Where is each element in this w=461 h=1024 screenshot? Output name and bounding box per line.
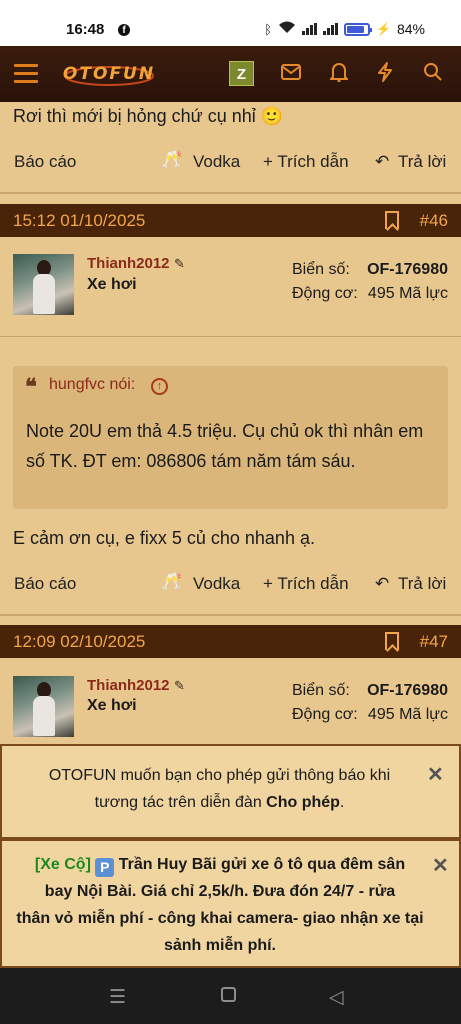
signal-icon (302, 23, 318, 35)
report-link[interactable]: Báo cáo (14, 574, 76, 594)
user-avatar[interactable]: Z (229, 61, 254, 86)
reply-button[interactable]: Trả lời (398, 574, 446, 594)
vodka-button[interactable]: Vodka (193, 574, 240, 594)
battery-icon (344, 22, 373, 36)
username[interactable]: Thianh2012 (87, 255, 170, 272)
report-link[interactable]: Báo cáo (14, 152, 76, 172)
push-notification-prompt: OTOFUN muốn bạn cho phép gửi thông báo k… (0, 744, 461, 839)
site-logo[interactable]: OTOFUN (62, 60, 156, 88)
reply-icon[interactable]: ↶ (375, 574, 389, 594)
reply-icon[interactable]: ↶ (375, 152, 389, 172)
ad-banner[interactable]: [Xe Cộ] P Trần Huy Bãi gửi xe ô tô qua đ… (0, 839, 461, 968)
post-datetime[interactable]: 15:12 01/10/2025 (13, 211, 145, 231)
status-bar: 16:48 f ᛒ ⚡ 84% (0, 0, 461, 46)
top-navbar: OTOFUN Z (0, 46, 461, 102)
divider (0, 614, 461, 616)
prompt-text: OTOFUN muốn bạn cho phép gửi thông báo k… (48, 767, 391, 811)
jump-to-quote-icon[interactable]: ↑ (151, 378, 168, 395)
quote-body: Note 20U em thả 4.5 triệu. Cụ chủ ok thì… (26, 421, 424, 471)
home-icon[interactable] (221, 987, 236, 1002)
post-text: Rơi thì mới bị hỏng chứ cụ nhỉ 🙂 (13, 106, 284, 126)
whats-new-icon[interactable] (373, 62, 397, 86)
plate-label: Biển số: (292, 682, 350, 699)
parking-icon: P (95, 858, 115, 877)
status-time: 16:48 (66, 21, 105, 38)
vodka-button[interactable]: Vodka (193, 152, 240, 172)
engine-value: 495 Mã lực (367, 706, 448, 723)
divider (0, 192, 461, 194)
user-rank: Xe hơi (87, 697, 137, 714)
bookmark-icon[interactable] (385, 211, 399, 229)
ad-text[interactable]: [Xe Cộ] P Trần Huy Bãi gửi xe ô tô qua đ… (10, 851, 430, 959)
engine-label: Động cơ: (292, 285, 358, 302)
charging-icon: ⚡ (376, 22, 391, 36)
username[interactable]: Thianh2012 (87, 677, 170, 694)
allow-notifications-link[interactable]: Cho phép (266, 794, 340, 811)
quote-button[interactable]: + Trích dẫn (263, 574, 349, 594)
bluetooth-icon: ᛒ (264, 21, 273, 37)
quote-button[interactable]: + Trích dẫn (263, 152, 349, 172)
pencil-icon: ✎ (174, 256, 185, 271)
close-icon[interactable]: ✕ (432, 853, 449, 878)
post-number[interactable]: #46 (420, 211, 448, 231)
quote-block: ❝ hungfvc nói: ↑ Note 20U em thả 4.5 tri… (13, 366, 448, 509)
divider (0, 336, 461, 337)
menu-icon[interactable] (14, 64, 38, 84)
avatar[interactable] (13, 676, 74, 737)
plate-value: OF-176980 (367, 261, 448, 278)
vodka-icon[interactable]: 🥂 (161, 150, 182, 170)
back-icon[interactable]: ◁ (329, 986, 344, 1009)
recent-apps-icon[interactable]: ☰ (109, 986, 126, 1009)
bell-icon[interactable] (327, 62, 351, 86)
engine-value: 495 Mã lực (367, 285, 448, 302)
vodka-icon[interactable]: 🥂 (161, 572, 182, 592)
engine-label: Động cơ: (292, 706, 358, 723)
facebook-notification-icon: f (118, 24, 130, 36)
quote-author[interactable]: hungfvc nói: (49, 376, 135, 394)
mail-icon[interactable] (279, 62, 303, 86)
status-icons: ᛒ ⚡ 84% (264, 21, 425, 37)
system-navigation-bar: ☰ ◁ (0, 968, 461, 1024)
bookmark-icon[interactable] (385, 632, 399, 650)
user-rank: Xe hơi (87, 276, 137, 293)
post-number[interactable]: #47 (420, 632, 448, 652)
post-header: 15:12 01/10/2025 #46 (0, 204, 461, 237)
reply-button[interactable]: Trả lời (398, 152, 446, 172)
wifi-icon (278, 21, 296, 37)
search-icon[interactable] (420, 62, 444, 86)
avatar[interactable] (13, 254, 74, 315)
close-icon[interactable]: ✕ (427, 762, 444, 787)
post-header: 12:09 02/10/2025 #47 (0, 625, 461, 658)
plate-label: Biển số: (292, 261, 350, 278)
quote-mark-icon: ❝ (25, 374, 37, 400)
signal-2-icon (323, 23, 339, 35)
ad-tag: [Xe Cộ] (34, 856, 91, 873)
post-text: E cảm ơn cụ, e fixx 5 củ cho nhanh ạ. (13, 528, 315, 548)
pencil-icon: ✎ (174, 678, 185, 693)
post-datetime[interactable]: 12:09 02/10/2025 (13, 632, 145, 652)
plate-value: OF-176980 (367, 682, 448, 699)
battery-percent: 84% (396, 21, 425, 37)
